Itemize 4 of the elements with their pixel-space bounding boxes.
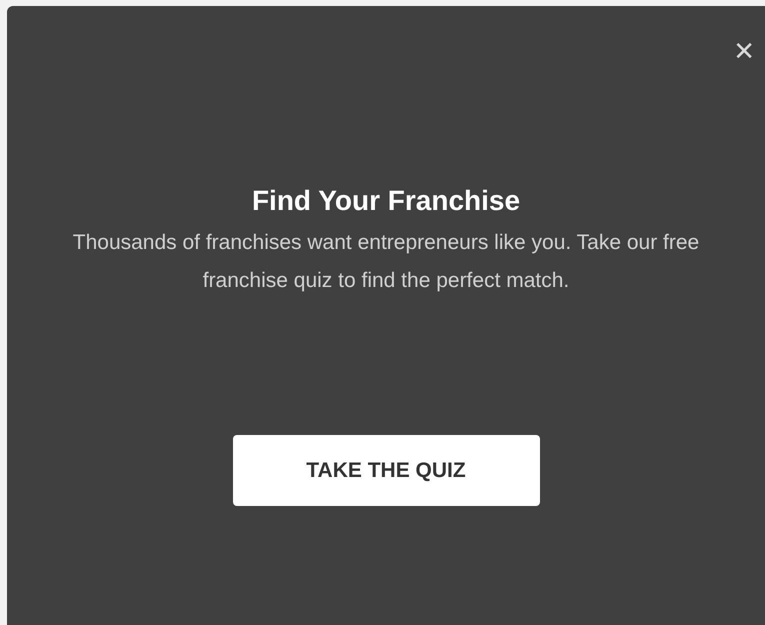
modal-text: Thousands of franchises want entrepreneurs like you. Take our free franchise quiz to find the perfect match. (72, 230, 700, 294)
take-quiz-button[interactable]: TAKE THE QUIZ (232, 435, 540, 506)
modal-title: Find Your Franchise (252, 184, 520, 218)
close-button[interactable]: ✕ (733, 32, 755, 72)
